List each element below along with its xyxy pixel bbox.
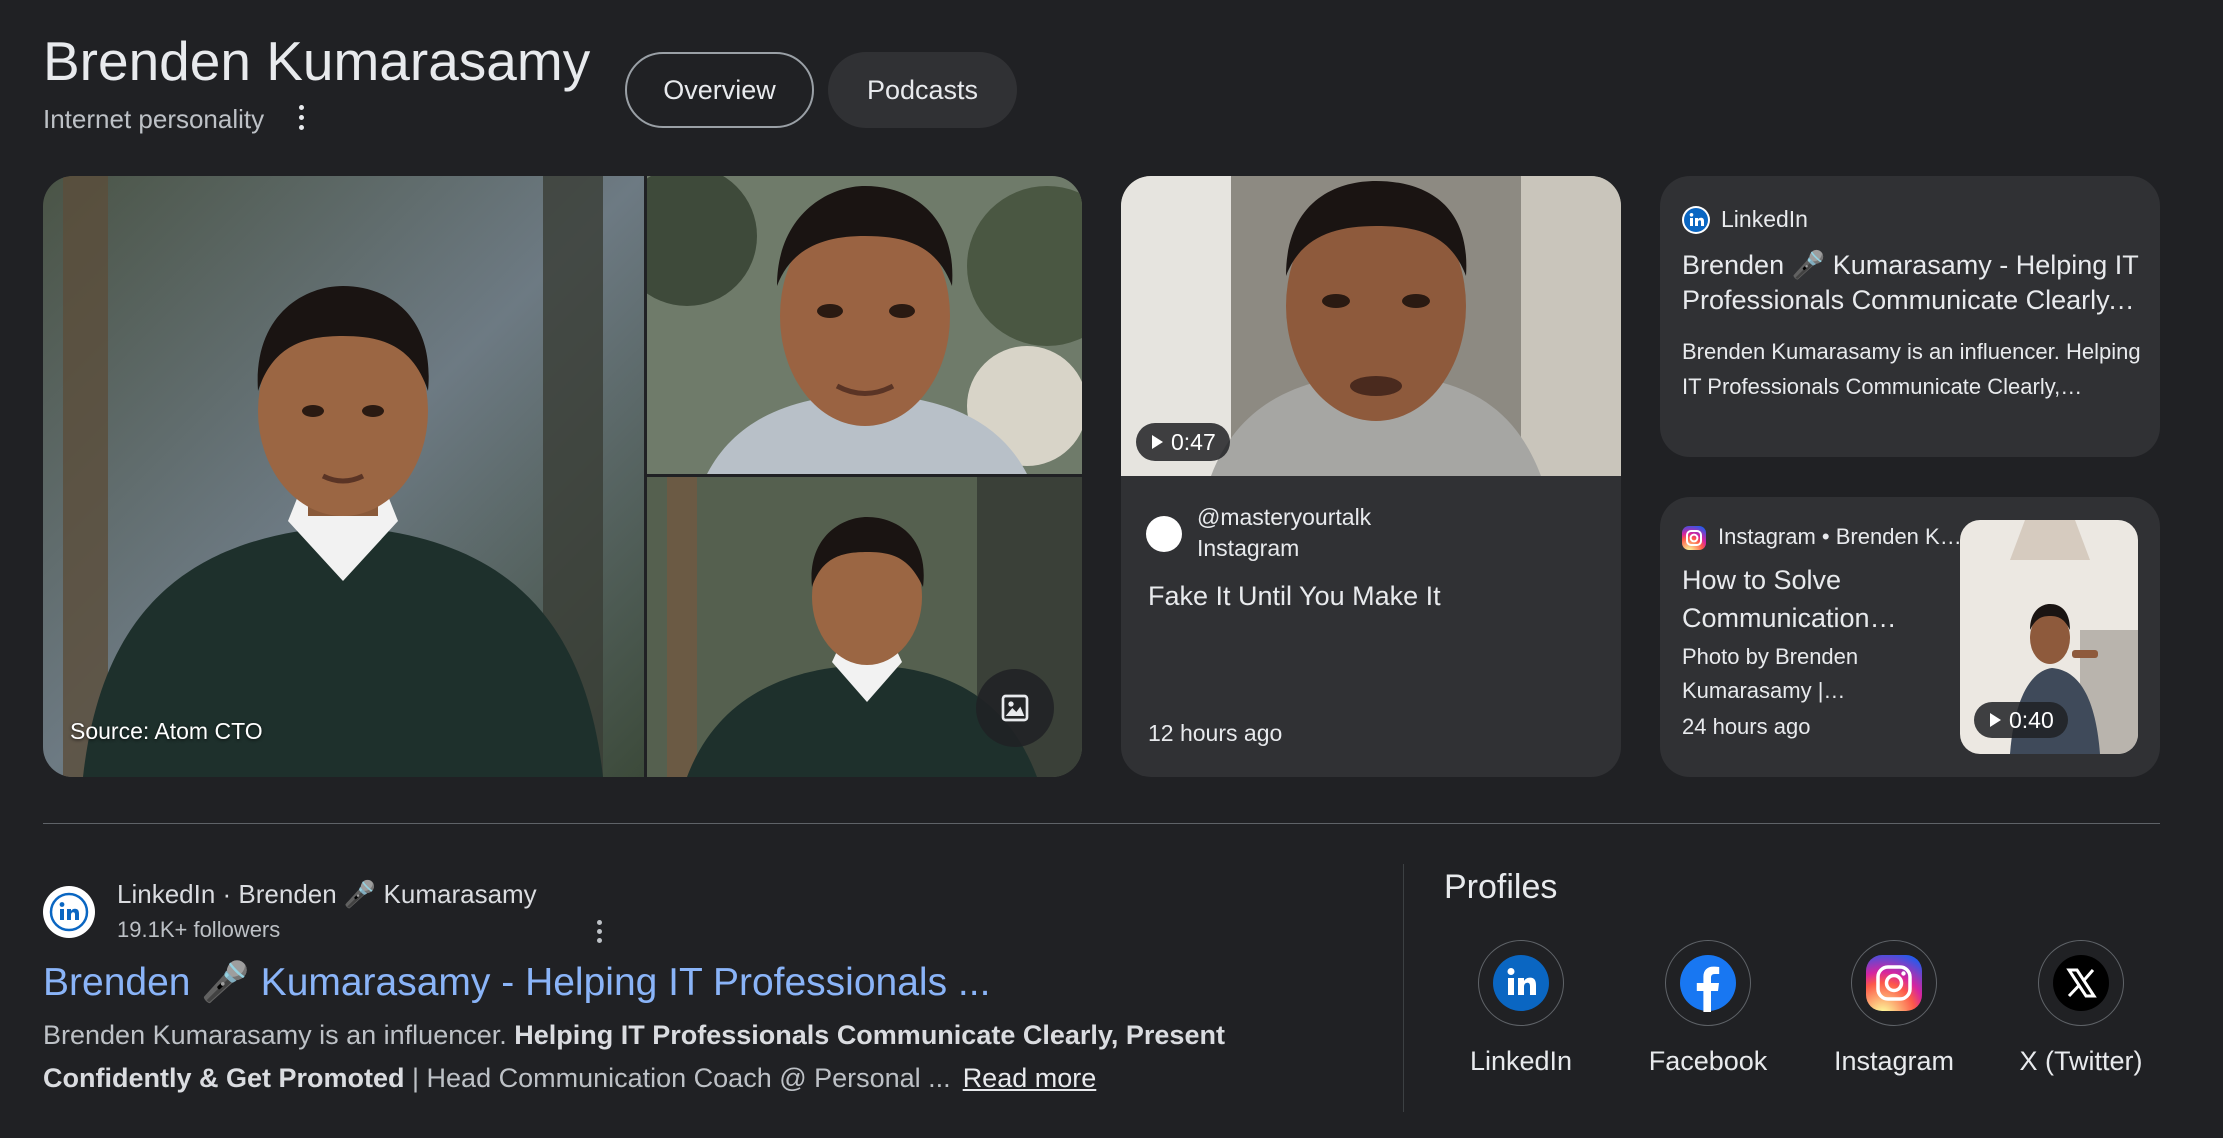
card-source-label: LinkedIn bbox=[1721, 206, 1808, 232]
card-title[interactable]: How to Solve Communication Anxiety bbox=[1682, 561, 1942, 637]
video-duration-text: 0:40 bbox=[2009, 706, 2054, 733]
result-snippet: Brenden Kumarasamy is an influencer. Hel… bbox=[43, 1014, 1343, 1100]
profile-facebook[interactable]: Facebook bbox=[1613, 940, 1803, 1078]
view-images-button[interactable] bbox=[976, 669, 1054, 747]
instagram-icon bbox=[1146, 516, 1182, 552]
video-card[interactable]: 0:47 @masteryourtalk Instagram Fake It U… bbox=[1121, 176, 1621, 777]
result-more-options-icon[interactable] bbox=[588, 916, 610, 946]
profile-x-twitter[interactable]: X (Twitter) bbox=[1986, 940, 2176, 1078]
profile-instagram[interactable]: Instagram bbox=[1799, 940, 1989, 1078]
play-icon bbox=[1990, 713, 2001, 727]
result-site-name[interactable]: LinkedIn · Brenden 🎤 Kumarasamy bbox=[117, 877, 537, 911]
linkedin-icon bbox=[1493, 955, 1549, 1011]
profile-label: Instagram bbox=[1833, 1046, 1955, 1076]
linkedin-post-card[interactable]: LinkedIn Brenden 🎤 Kumarasamy - Helping … bbox=[1660, 176, 2160, 457]
tab-overview[interactable]: Overview bbox=[625, 52, 814, 128]
video-platform: Instagram bbox=[1197, 535, 1300, 561]
card-title[interactable]: Brenden 🎤 Kumarasamy - Helping IT Profes… bbox=[1682, 248, 2142, 318]
video-title[interactable]: Fake It Until You Make It bbox=[1148, 578, 1441, 614]
video-duration-badge: 0:40 bbox=[1974, 702, 2068, 738]
more-options-icon[interactable] bbox=[290, 100, 312, 134]
snippet-text: Brenden Kumarasamy is an influencer. bbox=[43, 1020, 515, 1050]
video-timestamp: 12 hours ago bbox=[1148, 720, 1283, 746]
portrait-photo-sweater[interactable] bbox=[647, 477, 1082, 777]
image-icon bbox=[1001, 694, 1029, 722]
instagram-post-card[interactable]: Instagram • Brenden Kumarasamy How to So… bbox=[1660, 497, 2160, 777]
result-followers: 19.1K+ followers bbox=[117, 917, 281, 942]
video-duration-text: 0:47 bbox=[1171, 428, 1216, 455]
instagram-icon bbox=[1682, 526, 1706, 550]
result-title-link[interactable]: Brenden 🎤 Kumarasamy - Helping IT Profes… bbox=[43, 958, 990, 1008]
instagram-icon bbox=[1866, 955, 1922, 1011]
column-divider bbox=[1403, 864, 1404, 1112]
linkedin-icon bbox=[1682, 206, 1710, 234]
portrait-photo-closeup[interactable] bbox=[647, 176, 1082, 474]
facebook-icon bbox=[1680, 955, 1736, 1012]
video-thumbnail[interactable]: 0:47 bbox=[1121, 176, 1621, 476]
x-icon bbox=[2053, 955, 2109, 1011]
card-snippet: Brenden Kumarasamy is an influencer. Hel… bbox=[1682, 339, 2141, 399]
linkedin-favicon-icon[interactable] bbox=[43, 886, 95, 938]
video-author-handle: @masteryourtalk bbox=[1197, 504, 1372, 530]
card-source-label: Instagram • Brenden Kumarasamy bbox=[1718, 524, 1968, 549]
page-title: Brenden Kumarasamy bbox=[43, 30, 591, 92]
portrait-photo-main[interactable]: Source: Atom CTO bbox=[43, 176, 644, 777]
profile-label: X (Twitter) bbox=[2019, 1046, 2143, 1076]
image-collage[interactable]: Source: Atom CTO bbox=[43, 176, 1082, 777]
image-source-label: Source: Atom CTO bbox=[70, 718, 263, 744]
instagram-video-thumbnail[interactable]: 0:40 bbox=[1960, 520, 2138, 754]
profile-label: Facebook bbox=[1648, 1046, 1768, 1076]
play-icon bbox=[1152, 435, 1163, 449]
read-more-link[interactable]: Read more bbox=[963, 1063, 1097, 1093]
profile-label: LinkedIn bbox=[1469, 1046, 1573, 1076]
profiles-heading: Profiles bbox=[1444, 868, 1558, 906]
card-snippet: Photo by Brenden Kumarasamy | Communicat… bbox=[1682, 644, 1859, 703]
profile-linkedin[interactable]: LinkedIn bbox=[1426, 940, 1616, 1078]
entity-subtitle: Internet personality bbox=[43, 104, 265, 134]
tab-podcasts[interactable]: Podcasts bbox=[828, 52, 1017, 128]
card-timestamp: 24 hours ago bbox=[1682, 714, 1811, 739]
section-divider bbox=[43, 823, 2160, 824]
video-duration-badge: 0:47 bbox=[1136, 423, 1230, 461]
snippet-text-end: | Head Communication Coach @ Personal ..… bbox=[404, 1063, 951, 1093]
